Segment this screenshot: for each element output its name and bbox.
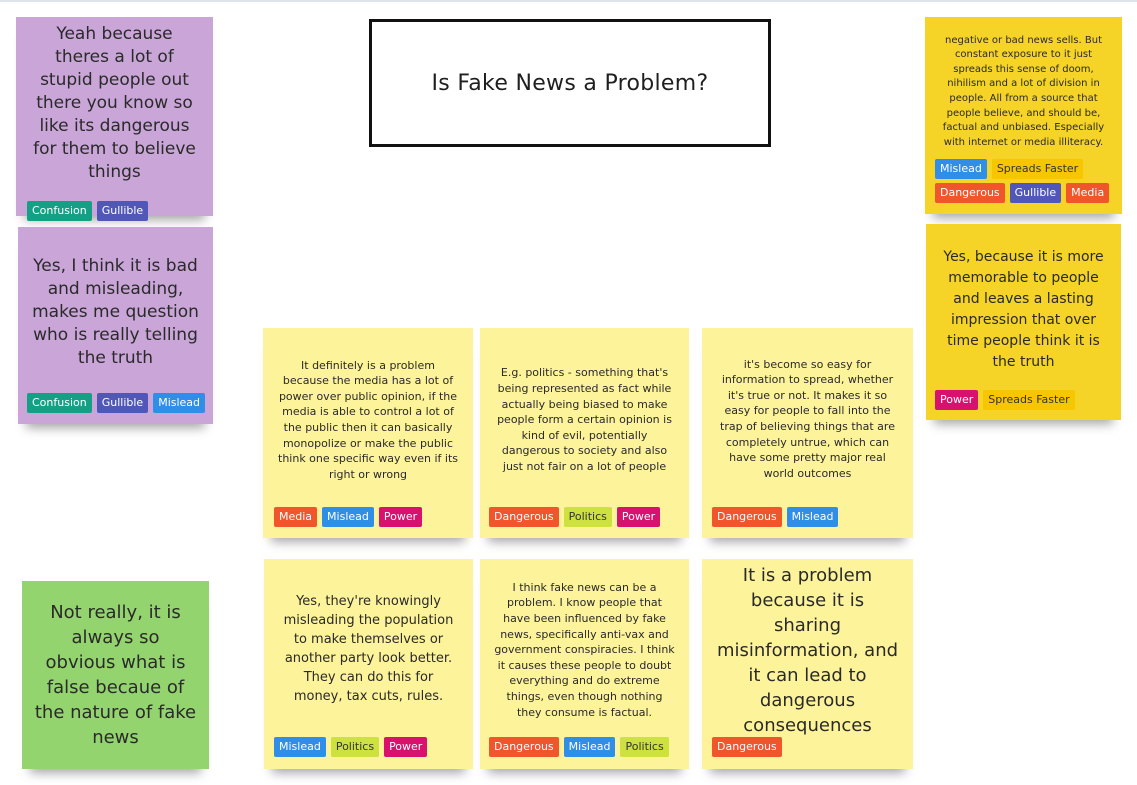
sticky-note-text: It definitely is a problem because the m…	[278, 358, 458, 481]
sticky-note[interactable]: negative or bad news sells. But constant…	[925, 17, 1122, 214]
sticky-note[interactable]: it's become so easy for information to s…	[702, 328, 913, 538]
sticky-note[interactable]: Yes, I think it is bad and misleading, m…	[18, 227, 213, 424]
sticky-note[interactable]: Yeah because theres a lot of stupid peop…	[16, 17, 213, 221]
tag-spreads-faster[interactable]: Spreads Faster	[983, 390, 1075, 410]
tag-dangerous[interactable]: Dangerous	[712, 737, 782, 757]
sticky-note-text: E.g. politics - something that's being r…	[497, 366, 672, 473]
sticky-note-text: it's become so easy for information to s…	[720, 357, 895, 480]
sticky-note-text: It is a problem because it is sharing mi…	[716, 564, 899, 736]
sticky-note[interactable]: Yes, because it is more memorable to peo…	[926, 224, 1121, 420]
sticky-note-text: Yes, they're knowingly misleading the po…	[283, 594, 454, 704]
tag-politics[interactable]: Politics	[330, 737, 380, 757]
tag-dangerous[interactable]: Dangerous	[489, 737, 559, 757]
tag-mislead[interactable]: Mislead	[322, 507, 374, 527]
tag-confusion[interactable]: Confusion	[27, 201, 92, 221]
tag-gullible[interactable]: Gullible	[96, 201, 149, 221]
sticky-note-text: I think fake news can be a problem. I kn…	[494, 580, 675, 719]
tag-mislead[interactable]: Mislead	[563, 737, 616, 757]
tag-confusion[interactable]: Confusion	[27, 393, 92, 413]
sticky-note-text: Not really, it is always so obvious what…	[34, 602, 197, 748]
tag-politics[interactable]: Politics	[620, 737, 669, 757]
sticky-note[interactable]: It definitely is a problem because the m…	[263, 328, 473, 538]
tag-media[interactable]: Media	[274, 507, 318, 527]
sticky-note-text: Yes, because it is more memorable to peo…	[943, 249, 1104, 370]
sticky-note[interactable]: It is a problem because it is sharing mi…	[702, 559, 913, 769]
sticky-note[interactable]: Yes, they're knowingly misleading the po…	[264, 559, 473, 769]
canvas-top-border	[0, 0, 1137, 2]
tag-power[interactable]: Power	[935, 390, 979, 410]
tag-mislead[interactable]: Mislead	[153, 393, 206, 413]
board-title: Is Fake News a Problem?	[431, 70, 709, 96]
tag-mislead[interactable]: Mislead	[274, 737, 326, 757]
tag-dangerous[interactable]: Dangerous	[935, 183, 1005, 203]
tag-power[interactable]: Power	[384, 737, 428, 757]
tag-mislead[interactable]: Mislead	[786, 507, 839, 527]
tag-politics[interactable]: Politics	[563, 507, 612, 527]
tag-gullible[interactable]: Gullible	[1009, 183, 1062, 203]
board-title-frame[interactable]: Is Fake News a Problem?	[369, 19, 771, 147]
tag-gullible[interactable]: Gullible	[96, 393, 149, 413]
tag-dangerous[interactable]: Dangerous	[489, 507, 559, 527]
tag-power[interactable]: Power	[616, 507, 661, 527]
tag-media[interactable]: Media	[1066, 183, 1110, 203]
tag-power[interactable]: Power	[378, 507, 423, 527]
sticky-note[interactable]: Not really, it is always so obvious what…	[22, 581, 209, 769]
sticky-note-text: negative or bad news sells. But constant…	[942, 34, 1105, 148]
sticky-note-text: Yeah because theres a lot of stupid peop…	[33, 24, 196, 182]
sticky-note[interactable]: E.g. politics - something that's being r…	[480, 328, 689, 538]
tag-mislead[interactable]: Mislead	[935, 159, 987, 179]
sticky-note[interactable]: I think fake news can be a problem. I kn…	[480, 559, 689, 769]
tag-spreads-faster[interactable]: Spreads Faster	[991, 159, 1084, 179]
sticky-note-text: Yes, I think it is bad and misleading, m…	[32, 255, 199, 368]
tag-dangerous[interactable]: Dangerous	[712, 507, 782, 527]
